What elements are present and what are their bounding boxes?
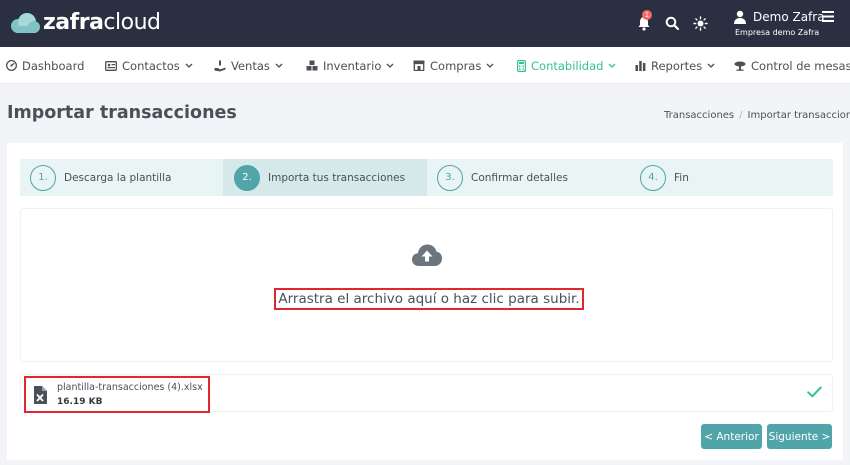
user-name: Demo Zafra bbox=[753, 10, 825, 24]
nav-dashboard[interactable]: Dashboard bbox=[6, 47, 84, 84]
step-label: Importa tus transacciones bbox=[268, 171, 406, 184]
cloud-upload-icon bbox=[412, 244, 442, 266]
nav-label: Dashboard bbox=[22, 58, 85, 73]
nav-contactos[interactable]: Contactos bbox=[105, 47, 193, 84]
chevron-down-icon bbox=[386, 63, 394, 68]
page-title: Importar transacciones bbox=[7, 103, 237, 123]
main-nav: Dashboard Contactos Ventas Inventario Co… bbox=[0, 47, 850, 84]
file-name: plantilla-transacciones (4).xlsx bbox=[57, 382, 203, 393]
uploaded-file-highlight: plantilla-transacciones (4).xlsx 16.19 K… bbox=[24, 376, 210, 413]
theme-toggle-button[interactable] bbox=[689, 12, 711, 34]
nav-label: Ventas bbox=[231, 58, 270, 73]
calculator-icon bbox=[517, 59, 526, 72]
breadcrumb-item-transacciones[interactable]: Transacciones bbox=[664, 110, 734, 121]
search-button[interactable] bbox=[661, 12, 683, 34]
notification-badge: 1 bbox=[642, 10, 652, 20]
nav-label: Compras bbox=[430, 58, 482, 73]
breadcrumb-item-current: Importar transacciones bbox=[747, 110, 850, 121]
dashboard-icon bbox=[6, 60, 17, 71]
user-menu[interactable]: Demo Zafra Empresa demo Zafra bbox=[733, 8, 843, 40]
breadcrumb-separator: / bbox=[739, 110, 743, 121]
user-icon bbox=[734, 10, 746, 24]
excel-file-icon bbox=[34, 386, 47, 404]
file-dropzone[interactable]: Arrastra el archivo aquí o haz clic para… bbox=[20, 208, 833, 362]
nav-control-de-mesas[interactable]: Control de mesas bbox=[734, 47, 850, 84]
wizard-steps: 1. Descarga la plantilla 2. Importa tus … bbox=[20, 159, 833, 196]
nav-label: Contactos bbox=[122, 58, 180, 73]
nav-inventario[interactable]: Inventario bbox=[306, 47, 394, 84]
chevron-down-icon bbox=[608, 63, 616, 68]
search-icon bbox=[665, 16, 679, 30]
chevron-down-icon bbox=[185, 63, 193, 68]
step-number: 4. bbox=[640, 164, 666, 191]
bar-chart-icon bbox=[635, 61, 646, 71]
step-3[interactable]: 3. Confirmar detalles bbox=[437, 159, 630, 196]
step-label: Descarga la plantilla bbox=[64, 171, 172, 184]
previous-button[interactable]: < Anterior bbox=[701, 424, 762, 449]
top-bar: zafracloud 1 Demo Zafra Empresa demo Zaf… bbox=[0, 0, 850, 47]
nav-reportes[interactable]: Reportes bbox=[635, 47, 715, 84]
uploaded-file-row: plantilla-transacciones (4).xlsx 16.19 K… bbox=[20, 374, 833, 413]
breadcrumb: Transacciones / Importar transacciones bbox=[664, 110, 850, 121]
cloud-logo-icon bbox=[11, 13, 40, 33]
inventory-icon bbox=[306, 60, 318, 71]
sales-icon bbox=[214, 60, 226, 71]
nav-contabilidad[interactable]: Contabilidad bbox=[517, 47, 616, 84]
nav-ventas[interactable]: Ventas bbox=[214, 47, 283, 84]
step-number: 2. bbox=[234, 164, 260, 191]
checkmark-icon bbox=[807, 386, 822, 398]
brand-part-1: zafra bbox=[43, 10, 104, 35]
step-4[interactable]: 4. Fin bbox=[640, 159, 830, 196]
store-icon bbox=[413, 60, 425, 71]
nav-compras[interactable]: Compras bbox=[413, 47, 494, 84]
step-2[interactable]: 2. Importa tus transacciones bbox=[223, 159, 427, 196]
nav-label: Control de mesas bbox=[751, 58, 850, 73]
sun-icon bbox=[692, 15, 708, 31]
table-control-icon bbox=[734, 61, 746, 71]
step-number: 3. bbox=[437, 164, 463, 191]
step-1[interactable]: 1. Descarga la plantilla bbox=[30, 159, 223, 196]
nav-label: Reportes bbox=[651, 58, 703, 73]
company-name: Empresa demo Zafra bbox=[735, 28, 820, 37]
logo[interactable]: zafracloud bbox=[8, 8, 161, 38]
file-size: 16.19 KB bbox=[57, 397, 103, 407]
nav-label: Inventario bbox=[323, 58, 382, 73]
nav-label: Contabilidad bbox=[531, 58, 604, 73]
chevron-down-icon bbox=[486, 63, 494, 68]
brand-part-2: cloud bbox=[103, 10, 161, 35]
hamburger-menu-icon[interactable] bbox=[822, 11, 834, 22]
step-label: Fin bbox=[674, 171, 689, 184]
chevron-down-icon bbox=[275, 63, 283, 68]
chevron-down-icon bbox=[707, 63, 715, 68]
step-label: Confirmar detalles bbox=[471, 171, 568, 184]
brand-name: zafracloud bbox=[43, 8, 161, 38]
notifications-button[interactable]: 1 bbox=[633, 10, 655, 34]
contacts-icon bbox=[105, 60, 117, 71]
next-button[interactable]: Siguiente > bbox=[767, 424, 832, 449]
step-number: 1. bbox=[30, 164, 56, 191]
dropzone-message[interactable]: Arrastra el archivo aquí o haz clic para… bbox=[274, 288, 584, 310]
